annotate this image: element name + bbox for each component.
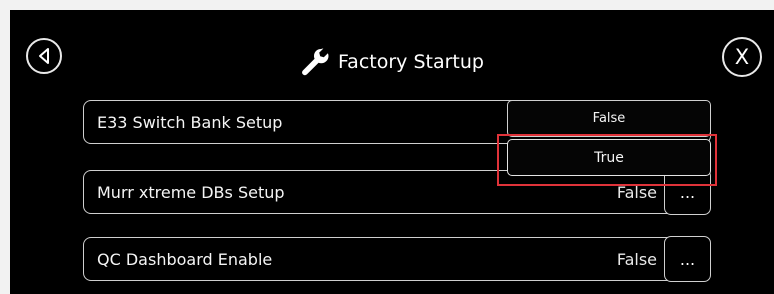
highlight-box [497,134,717,186]
factory-startup-screen: Factory Startup X E33 Switch Bank Setup … [10,10,774,294]
back-button[interactable] [26,38,62,74]
wrench-icon [302,48,329,76]
dropdown-option-false[interactable]: False [507,100,711,137]
back-icon [39,48,49,64]
setting-row-qc-dashboard-enable[interactable]: QC Dashboard Enable False ... [83,236,711,282]
close-button[interactable]: X [722,37,762,77]
setting-value: False [616,249,657,269]
page-title-text: Factory Startup [338,50,484,73]
setting-label: Murr xtreme DBs Setup [97,182,285,202]
setting-label: E33 Switch Bank Setup [97,112,283,132]
setting-label: QC Dashboard Enable [97,249,273,269]
page-title: Factory Startup [300,47,484,77]
more-options-button[interactable]: ... [664,236,711,282]
close-label: X [734,44,750,69]
